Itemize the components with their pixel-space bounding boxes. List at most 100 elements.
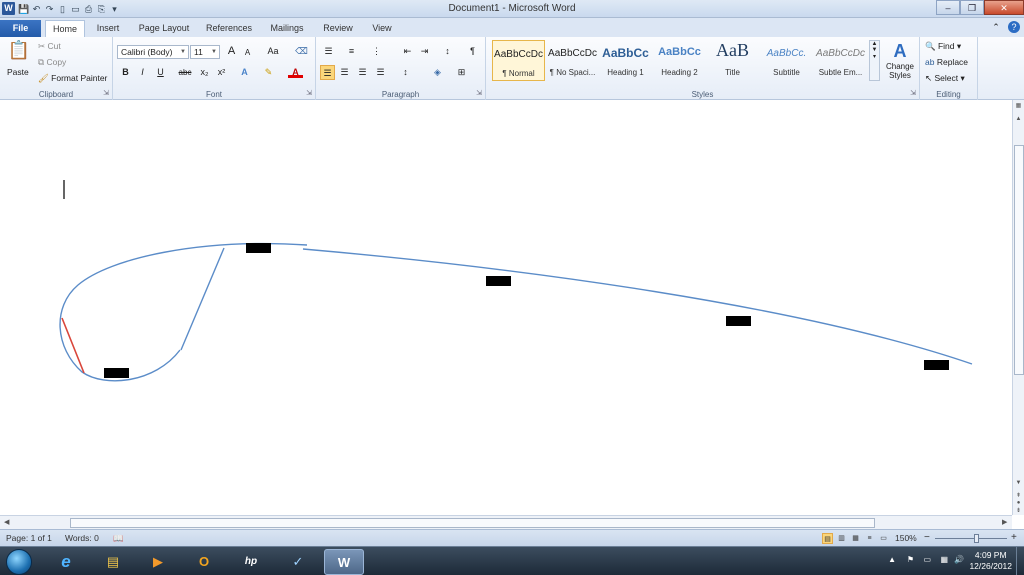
multilevel-list-icon[interactable]: ⋮ — [369, 44, 384, 59]
superscript-button[interactable]: x² — [214, 65, 229, 80]
styles-gallery-scroll[interactable]: ▲ ▼ ▾ — [869, 40, 880, 81]
vertical-scroll-thumb[interactable] — [1014, 145, 1024, 375]
decrease-indent-icon[interactable]: ⇤ — [400, 44, 415, 59]
style-title[interactable]: AaB Title — [706, 40, 759, 81]
style-subtle-emphasis[interactable]: AaBbCcDc Subtle Em... — [814, 40, 867, 81]
change-styles-button[interactable]: A Change Styles — [884, 40, 916, 80]
word-taskbar-icon[interactable]: W — [324, 549, 364, 575]
tab-mailings[interactable]: Mailings — [263, 20, 311, 37]
dialog-launcher-icon[interactable]: ⇲ — [103, 89, 109, 97]
tab-view[interactable]: View — [364, 20, 400, 37]
browse-object-icon[interactable]: ● — [1013, 500, 1024, 506]
media-player-icon[interactable]: ▶ — [138, 549, 178, 575]
outlook-icon[interactable]: O — [184, 549, 224, 575]
clock[interactable]: 4:09 PM 12/26/2012 — [969, 550, 1012, 572]
dialog-launcher-icon[interactable]: ⇲ — [910, 89, 916, 97]
replace-button[interactable]: ab Replace — [925, 57, 968, 67]
inner-line[interactable] — [180, 247, 225, 351]
device-icon[interactable]: ▭ — [923, 555, 931, 564]
start-button[interactable] — [6, 549, 32, 575]
clear-formatting-icon[interactable]: ⌫ — [294, 44, 309, 59]
print-layout-view-icon[interactable]: ▤ — [822, 533, 833, 544]
tab-home[interactable]: Home — [45, 20, 85, 37]
minimize-button[interactable]: – — [936, 0, 960, 15]
web-layout-view-icon[interactable]: ▦ — [850, 533, 861, 544]
zoom-level[interactable]: 150% — [895, 533, 917, 543]
loop-curve[interactable] — [59, 242, 308, 382]
previous-page-icon[interactable]: ⇞ — [1013, 492, 1024, 499]
hp-icon[interactable]: hp — [231, 549, 271, 575]
shading-icon[interactable]: ◈ — [430, 65, 445, 80]
align-right-icon[interactable]: ☰ — [355, 65, 370, 80]
style-heading-2[interactable]: AaBbCc Heading 2 — [653, 40, 706, 81]
sort-icon[interactable]: ↕ — [440, 44, 455, 59]
vertical-scrollbar[interactable]: ▦ ▲ ▼ ⇞ ● ⇟ — [1012, 100, 1024, 515]
scroll-left-icon[interactable]: ◀ — [4, 518, 9, 526]
document-area[interactable] — [0, 100, 1012, 515]
text-effects-icon[interactable]: A — [237, 65, 252, 80]
zoom-in-button[interactable]: + — [1011, 532, 1017, 543]
grow-font-button[interactable]: A — [224, 44, 239, 59]
word-count[interactable]: Words: 0 — [65, 533, 99, 543]
align-left-icon[interactable]: ☰ — [320, 65, 335, 80]
format-painter-button[interactable]: 🖌 Format Painter — [38, 73, 107, 84]
checkmark-app-icon[interactable]: ✓ — [278, 549, 318, 575]
tab-review[interactable]: Review — [318, 20, 358, 37]
line-spacing-icon[interactable]: ↕ — [398, 65, 413, 80]
strikethrough-button[interactable]: abc — [175, 65, 195, 80]
style-normal[interactable]: AaBbCcDc ¶ Normal — [492, 40, 545, 81]
next-page-icon[interactable]: ⇟ — [1013, 507, 1024, 514]
zoom-out-button[interactable]: − — [924, 532, 930, 543]
scroll-down-icon[interactable]: ▼ — [1013, 480, 1024, 486]
numbering-icon[interactable]: ≡ — [344, 44, 359, 59]
full-screen-view-icon[interactable]: ▥ — [836, 533, 847, 544]
network-icon[interactable]: ▦ — [940, 555, 948, 564]
font-size-select[interactable]: 11 ▼ — [190, 45, 220, 59]
font-color-icon[interactable]: A — [288, 65, 303, 78]
increase-indent-icon[interactable]: ⇥ — [417, 44, 432, 59]
highlighter-icon[interactable]: ✎ — [261, 65, 276, 80]
dialog-launcher-icon[interactable]: ⇲ — [476, 89, 482, 97]
cut-button[interactable]: ✂ Cut — [38, 41, 61, 52]
ruler-toggle-icon[interactable]: ▦ — [1013, 102, 1024, 109]
justify-icon[interactable]: ☰ — [373, 65, 388, 80]
maximize-button[interactable]: ❐ — [960, 0, 984, 15]
action-center-flag-icon[interactable]: ⚑ — [907, 555, 914, 564]
zoom-slider[interactable] — [935, 538, 1007, 539]
style-heading-1[interactable]: AaBbCc Heading 1 — [599, 40, 652, 81]
proofing-icon[interactable]: 📖 — [113, 533, 124, 544]
paste-button[interactable]: 📋 — [6, 40, 32, 68]
bold-button[interactable]: B — [118, 65, 133, 80]
find-button[interactable]: 🔍 Find ▾ — [925, 41, 961, 52]
file-explorer-icon[interactable]: ▤ — [93, 549, 133, 575]
style-no-spacing[interactable]: AaBbCcDc ¶ No Spaci... — [546, 40, 599, 81]
draft-view-icon[interactable]: ▭ — [878, 533, 889, 544]
tab-file[interactable]: File — [0, 20, 41, 37]
horizontal-scroll-thumb[interactable] — [70, 518, 875, 528]
font-family-select[interactable]: Calibri (Body) ▼ — [117, 45, 189, 59]
red-line[interactable] — [61, 317, 85, 374]
scroll-up-icon[interactable]: ▲ — [1013, 116, 1024, 122]
help-icon[interactable]: ? — [1008, 21, 1020, 33]
shrink-font-button[interactable]: A — [240, 45, 255, 60]
tab-references[interactable]: References — [200, 20, 258, 37]
borders-icon[interactable]: ⊞ — [454, 65, 469, 80]
document-page[interactable] — [0, 100, 1012, 515]
show-formatting-button[interactable]: ¶ — [465, 44, 480, 59]
dialog-launcher-icon[interactable]: ⇲ — [306, 89, 312, 97]
zoom-slider-knob[interactable] — [974, 534, 979, 543]
change-case-button[interactable]: Aa — [263, 44, 283, 59]
outline-view-icon[interactable]: ≡ — [864, 533, 875, 544]
paste-label[interactable]: Paste — [7, 67, 29, 77]
bullets-icon[interactable]: ☰ — [321, 44, 336, 59]
volume-icon[interactable]: 🔊 — [954, 555, 964, 564]
horizontal-scrollbar[interactable]: ◀ ▶ — [0, 515, 1012, 529]
italic-button[interactable]: I — [135, 65, 150, 80]
subscript-button[interactable]: x₂ — [197, 65, 212, 80]
show-desktop-button[interactable] — [1016, 547, 1024, 575]
minimize-ribbon-icon[interactable]: ⌃ — [990, 21, 1002, 33]
align-center-icon[interactable]: ☰ — [337, 65, 352, 80]
scroll-right-icon[interactable]: ▶ — [1002, 518, 1007, 526]
page-count[interactable]: Page: 1 of 1 — [6, 533, 52, 543]
underline-button[interactable]: U — [153, 65, 168, 80]
